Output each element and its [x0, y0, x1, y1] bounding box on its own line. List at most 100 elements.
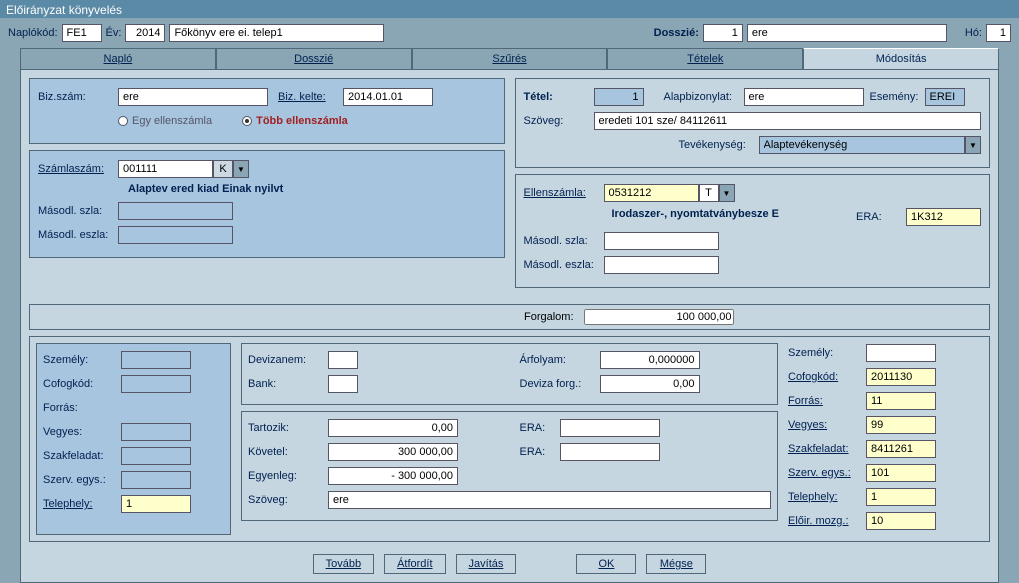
era-input[interactable] — [906, 208, 981, 226]
eloir-label-r[interactable]: Előir. mozg.: — [788, 515, 866, 527]
alapbiz-label: Alapbizonylat: — [664, 91, 744, 103]
esemeny-label: Esemény: — [870, 91, 925, 103]
ellenszamla-dropdown[interactable]: ▼ — [719, 184, 735, 202]
left-detail-box: Személy: Cofogkód: Forrás: Vegyes: Szakf… — [36, 343, 231, 535]
vegyes-input-r[interactable] — [866, 416, 936, 434]
tevekenyseg-input[interactable] — [759, 136, 966, 154]
szemely-input-l[interactable] — [121, 351, 191, 369]
alapbiz-input[interactable] — [744, 88, 864, 106]
tartozik-input[interactable] — [328, 419, 458, 437]
szemely-input-r[interactable] — [866, 344, 936, 362]
szervegys-input-l[interactable] — [121, 471, 191, 489]
tab-tetelek[interactable]: Tételek — [607, 48, 803, 69]
bizszam-label: Biz.szám: — [38, 91, 118, 103]
javitas-button[interactable]: Javítás — [456, 554, 517, 574]
era2-label-2: ERA: — [520, 446, 560, 458]
masodl-szla-label-r: Másodl. szla: — [524, 235, 604, 247]
forgalom-input[interactable] — [584, 309, 734, 325]
cofogkod-input-r[interactable] — [866, 368, 936, 386]
masodl-eszla-input-r[interactable] — [604, 256, 719, 274]
ok-button[interactable]: OK — [576, 554, 636, 574]
ev-label: Év: — [106, 27, 122, 39]
tab-modositas[interactable]: Módosítás — [803, 48, 999, 69]
naplokod-input[interactable] — [62, 24, 102, 42]
telephely-input-r[interactable] — [866, 488, 936, 506]
szamlaszam-label[interactable]: Számlaszám: — [38, 163, 118, 175]
telephely-input-l[interactable] — [121, 495, 191, 513]
tetel-input[interactable] — [594, 88, 644, 106]
szakfeladat-label-l: Szakfeladat: — [43, 450, 121, 462]
egyenleg-input[interactable] — [328, 467, 458, 485]
szoveg-label: Szöveg: — [524, 115, 594, 127]
szervegys-input-r[interactable] — [866, 464, 936, 482]
masodl-szla-label-l: Másodl. szla: — [38, 205, 118, 217]
szoveg2-label: Szöveg: — [248, 494, 328, 506]
era2-input-2[interactable] — [560, 443, 660, 461]
bizszam-input[interactable] — [118, 88, 268, 106]
masodl-szla-input-l[interactable] — [118, 202, 233, 220]
masodl-eszla-input-l[interactable] — [118, 226, 233, 244]
fokonyv-input[interactable] — [169, 24, 384, 42]
ellenszamla-desc: Irodaszer-, nyomtatványbesze E — [524, 208, 857, 220]
cofogkod-label-r[interactable]: Cofogkód: — [788, 371, 866, 383]
bizkelte-label[interactable]: Biz. kelte: — [278, 91, 343, 103]
ev-input[interactable] — [125, 24, 165, 42]
radio-egy-ellenszamla[interactable]: Egy ellenszámla — [118, 115, 212, 127]
dosszie-num-input[interactable] — [703, 24, 743, 42]
devizanem-input[interactable] — [328, 351, 358, 369]
era-label: ERA: — [856, 211, 906, 223]
esemeny-input[interactable] — [925, 88, 965, 106]
naplokod-label: Naplókód: — [8, 27, 58, 39]
szoveg-input[interactable] — [594, 112, 982, 130]
megse-button[interactable]: Mégse — [646, 554, 706, 574]
forgalom-label[interactable]: Forgalom: — [524, 311, 574, 323]
radio-tobb-ellenszamla[interactable]: Több ellenszámla — [242, 115, 348, 127]
atfordit-button[interactable]: Átfordít — [384, 554, 445, 574]
tevekenyseg-dropdown[interactable]: ▼ — [965, 136, 981, 154]
szervegys-label-r[interactable]: Szerv. egys.: — [788, 467, 866, 479]
arfolyam-input[interactable] — [600, 351, 700, 369]
szakfeladat-label-r[interactable]: Szakfeladat: — [788, 443, 866, 455]
kovetel-label: Követel: — [248, 446, 328, 458]
telephely-label-l[interactable]: Telephely: — [43, 498, 121, 510]
ellenszamla-label[interactable]: Ellenszámla: — [524, 187, 604, 199]
masodl-szla-input-r[interactable] — [604, 232, 719, 250]
ho-input[interactable] — [986, 24, 1011, 42]
tab-szures[interactable]: Szűrés — [412, 48, 608, 69]
mid-detail-col: Devizanem: Bank: Árfolyam: Deviza forg.:… — [231, 343, 788, 535]
masodl-eszla-label-r: Másodl. eszla: — [524, 259, 604, 271]
cofogkod-input-l[interactable] — [121, 375, 191, 393]
szoveg2-input[interactable] — [328, 491, 771, 509]
devizanem-label: Devizanem: — [248, 354, 328, 366]
tetel-label: Tétel: — [524, 91, 594, 103]
bizkelte-input[interactable] — [343, 88, 433, 106]
ellenszamla-group: Ellenszámla: ▼ Irodaszer-, nyomtatványbe… — [515, 174, 991, 288]
vegyes-input-l[interactable] — [121, 423, 191, 441]
szemely-label-r: Személy: — [788, 347, 866, 359]
era2-input-1[interactable] — [560, 419, 660, 437]
vegyes-label-r[interactable]: Vegyes: — [788, 419, 866, 431]
telephely-label-r[interactable]: Telephely: — [788, 491, 866, 503]
szamlaszam-input[interactable] — [118, 160, 213, 178]
tovabb-button[interactable]: Tovább — [313, 554, 374, 574]
vegyes-label-l: Vegyes: — [43, 426, 121, 438]
era2-label-1: ERA: — [520, 422, 560, 434]
kovetel-input[interactable] — [328, 443, 458, 461]
forras-input-r[interactable] — [866, 392, 936, 410]
szakfeladat-input-r[interactable] — [866, 440, 936, 458]
szakfeladat-input-l[interactable] — [121, 447, 191, 465]
ellenszamla-ind[interactable] — [699, 184, 719, 202]
bank-input[interactable] — [328, 375, 358, 393]
forras-label-r[interactable]: Forrás: — [788, 395, 866, 407]
dosszie-text-input[interactable] — [747, 24, 947, 42]
ellenszamla-input[interactable] — [604, 184, 699, 202]
egyenleg-label: Egyenleg: — [248, 470, 328, 482]
tab-dosszie[interactable]: Dosszié — [216, 48, 412, 69]
devizaforg-label: Deviza forg.: — [520, 378, 600, 390]
szamlaszam-dropdown[interactable]: ▼ — [233, 160, 249, 178]
szamlaszam-ind[interactable] — [213, 160, 233, 178]
right-detail-box: Személy: Cofogkód: Forrás: Vegyes: Szakf… — [788, 343, 983, 535]
eloir-input-r[interactable] — [866, 512, 936, 530]
tab-naplo[interactable]: Napló — [20, 48, 216, 69]
devizaforg-input[interactable] — [600, 375, 700, 393]
